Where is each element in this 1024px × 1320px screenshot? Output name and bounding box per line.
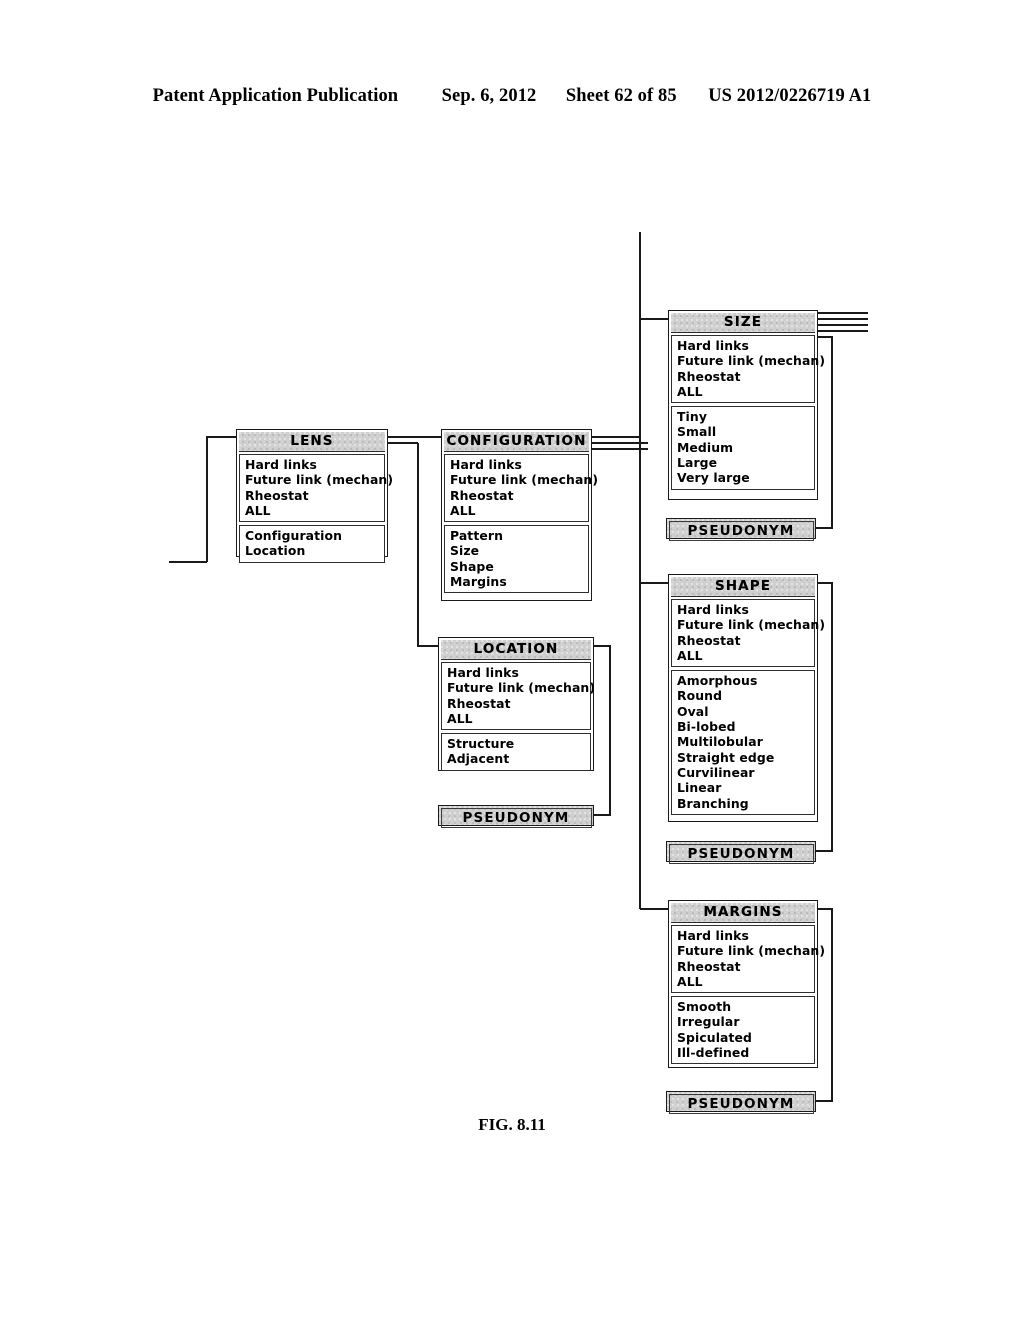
list-item: ALL <box>447 710 473 726</box>
list-item: Future link (mechan) <box>677 617 826 633</box>
list-item: Hard links <box>447 665 519 680</box>
list-item: Medium <box>677 439 734 455</box>
list-item: Multilobular <box>677 734 763 750</box>
list-item: Smooth <box>677 999 732 1015</box>
entity-configuration-title: CONFIGURATION <box>444 432 589 452</box>
figure-caption: FIG. 8.11 <box>478 1115 546 1134</box>
entity-configuration[interactable]: CONFIGURATION Hard links Future link (me… <box>441 429 599 601</box>
list-item: Hard links <box>677 928 749 943</box>
list-item: Very large <box>677 470 750 486</box>
list-item: Straight edge <box>677 749 775 765</box>
list-item: Pattern <box>450 528 503 544</box>
list-item: Ill-defined <box>677 1045 750 1061</box>
entity-margins-attributes: Hard links Future link (mechan) Rheostat… <box>671 925 826 994</box>
entity-margins[interactable]: MARGINS Hard links Future link (mechan) … <box>668 900 826 1068</box>
entity-configuration-values: Pattern Size Shape Margins <box>444 525 589 594</box>
list-item: ALL <box>245 502 271 518</box>
list-item: Rheostat <box>450 487 514 503</box>
entity-shape-values: Amorphous Round Oval Bi-lobed Multilobul… <box>671 670 815 815</box>
pseudonym-margins[interactable]: PSEUDONYM <box>666 1091 816 1114</box>
entity-size-attributes: Hard links Future link (mechan) Rheostat… <box>671 335 826 404</box>
pseudonym-label: PSEUDONYM <box>668 520 814 541</box>
list-item: ALL <box>677 973 703 989</box>
list-item: Branching <box>677 795 749 811</box>
list-item: Oval <box>677 703 709 719</box>
list-item: Shape <box>450 558 494 574</box>
entity-shape-attributes: Hard links Future link (mechan) Rheostat… <box>671 599 826 668</box>
entity-lens-title: LENS <box>239 432 385 452</box>
list-item: Rheostat <box>447 695 511 711</box>
entity-location[interactable]: LOCATION Hard links Future link (mechan)… <box>438 637 596 771</box>
list-item: Linear <box>677 780 722 796</box>
list-item: Rheostat <box>245 487 309 503</box>
entity-size[interactable]: SIZE Hard links Future link (mechan) Rhe… <box>668 310 826 500</box>
list-item: Small <box>677 424 717 440</box>
list-item: Hard links <box>677 338 749 353</box>
list-item: Future link (mechan) <box>450 472 599 488</box>
list-item: Tiny <box>677 409 707 425</box>
list-item: Margins <box>450 574 507 590</box>
entity-lens[interactable]: LENS Hard links Future link (mechan) Rhe… <box>236 429 394 563</box>
pseudonym-label: PSEUDONYM <box>440 807 592 828</box>
entity-lens-values: Configuration Location <box>239 525 385 563</box>
list-item: Amorphous <box>677 673 758 689</box>
list-item: Rheostat <box>677 958 741 974</box>
list-item: ALL <box>677 647 703 663</box>
list-item: Hard links <box>245 457 317 472</box>
list-item: Location <box>245 543 306 559</box>
list-item: Size <box>450 543 480 559</box>
list-item: Bi-lobed <box>677 719 736 735</box>
pseudonym-shape[interactable]: PSEUDONYM <box>666 841 816 864</box>
entity-size-values: Tiny Small Medium Large Very large <box>671 406 815 490</box>
pseudonym-location[interactable]: PSEUDONYM <box>438 805 594 828</box>
entity-size-title: SIZE <box>671 313 815 333</box>
list-item: Configuration <box>245 528 343 544</box>
entity-shape-title: SHAPE <box>671 577 815 597</box>
list-item: ALL <box>677 383 703 399</box>
entity-margins-title: MARGINS <box>671 903 815 923</box>
pseudonym-size[interactable]: PSEUDONYM <box>666 518 816 541</box>
list-item: Hard links <box>450 457 522 472</box>
list-item: Rheostat <box>677 368 741 384</box>
list-item: Round <box>677 688 723 704</box>
entity-location-title: LOCATION <box>441 640 591 660</box>
pseudonym-label: PSEUDONYM <box>668 843 814 864</box>
list-item: Structure <box>447 736 515 752</box>
list-item: Future link (mechan) <box>447 680 596 696</box>
list-item: Large <box>677 455 718 471</box>
entity-lens-attributes: Hard links Future link (mechan) Rheostat… <box>239 454 394 523</box>
list-item: Future link (mechan) <box>677 943 826 959</box>
entity-margins-values: Smooth Irregular Spiculated Ill-defined <box>671 996 815 1065</box>
list-item: Adjacent <box>447 751 510 767</box>
list-item: Curvilinear <box>677 764 755 780</box>
entity-configuration-attributes: Hard links Future link (mechan) Rheostat… <box>444 454 599 523</box>
entity-shape[interactable]: SHAPE Hard links Future link (mechan) Rh… <box>668 574 826 822</box>
list-item: Future link (mechan) <box>677 353 826 369</box>
entity-location-attributes: Hard links Future link (mechan) Rheostat… <box>441 662 596 731</box>
list-item: Rheostat <box>677 632 741 648</box>
list-item: Hard links <box>677 602 749 617</box>
list-item: Future link (mechan) <box>245 472 394 488</box>
entity-location-values: Structure Adjacent <box>441 733 591 771</box>
list-item: Irregular <box>677 1014 740 1030</box>
pseudonym-label: PSEUDONYM <box>668 1093 814 1114</box>
list-item: ALL <box>450 502 476 518</box>
list-item: Spiculated <box>677 1029 753 1045</box>
